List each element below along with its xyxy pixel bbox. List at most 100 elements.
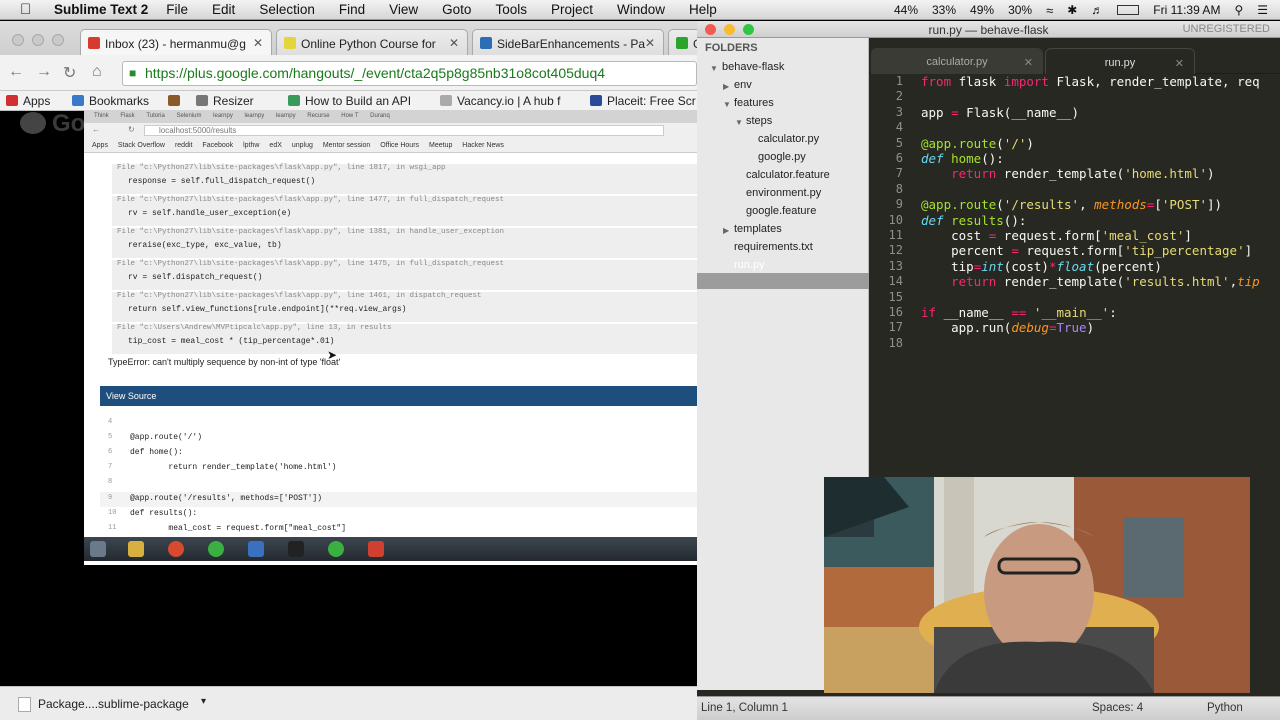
syntax-setting[interactable]: Python (1207, 702, 1243, 714)
tree-folder-features[interactable]: features (734, 97, 774, 109)
apple-icon[interactable]:  (20, 1, 44, 18)
bookmark-api[interactable]: How to Build an API (288, 94, 411, 108)
battery-icon[interactable] (1117, 5, 1140, 15)
collapsed-arrow-icon[interactable]: ▶ (723, 226, 729, 235)
traceback-file[interactable]: File "c:\Python27\lib\site-packages\flas… (117, 292, 482, 300)
webcam-video (824, 477, 1250, 693)
chrome-icon (168, 541, 184, 557)
tree-file-google-feature[interactable]: google.feature (746, 205, 816, 217)
menu-window[interactable]: Window (617, 2, 665, 17)
code-line: return render_template('results.html',ti… (951, 274, 1260, 290)
address-bar[interactable]: ■ https://plus.google.com/hangouts/_/eve… (122, 61, 697, 86)
menu-help[interactable]: Help (689, 2, 717, 17)
error-message: TypeError: can't multiply sequence by no… (108, 357, 341, 367)
tab-gmail[interactable]: Inbox (23) - hermanmu@g ✕ (80, 29, 272, 55)
back-icon[interactable]: ← (8, 63, 24, 81)
close-icon[interactable]: ✕ (253, 36, 263, 50)
hangout-icon (676, 37, 688, 49)
menu-find[interactable]: Find (339, 2, 365, 17)
app-name-menu[interactable]: Sublime Text 2 (54, 2, 148, 17)
shared-bookmark: edX (269, 142, 282, 149)
folder-icon (168, 95, 180, 106)
tree-folder-steps[interactable]: steps (746, 115, 772, 127)
bluetooth-icon[interactable]: ✱ (1067, 3, 1077, 17)
close-icon[interactable]: ✕ (1175, 57, 1184, 70)
zoom-window-button[interactable] (52, 34, 64, 46)
tree-file-calculator-py[interactable]: calculator.py (758, 133, 819, 145)
tree-file-calculator-feature[interactable]: calculator.feature (746, 169, 830, 181)
list-icon[interactable]: ☰ (1257, 3, 1268, 17)
tab-run-py[interactable]: run.py ✕ (1045, 48, 1195, 74)
tree-file-run-py[interactable]: run.py (734, 259, 765, 271)
tree-folder-env[interactable]: env (734, 79, 752, 91)
menu-tools[interactable]: Tools (495, 2, 527, 17)
tree-folder-templates[interactable]: templates (734, 223, 782, 235)
tree-folder-behave-flask[interactable]: behave-flask (722, 61, 784, 73)
shared-bookmark: Apps (92, 142, 108, 149)
clock[interactable]: Fri 11:39 AM (1153, 3, 1220, 17)
shared-tab: Recurse (307, 113, 330, 119)
menu-file[interactable]: File (166, 2, 188, 17)
bookmark-label: Bookmarks (89, 94, 150, 108)
chevron-down-icon[interactable]: ▾ (201, 696, 206, 707)
close-icon[interactable]: ✕ (645, 36, 655, 50)
tab-hangout[interactable]: G (668, 29, 697, 55)
line-number: 7 (895, 166, 903, 181)
line-number: 18 (888, 335, 903, 350)
tree-file-google-py[interactable]: google.py (758, 151, 806, 163)
source-line-number: 7 (108, 463, 113, 471)
bookmark-resizer[interactable]: Resizer (196, 94, 254, 108)
tree-file-requirements[interactable]: requirements.txt (734, 241, 813, 253)
close-icon[interactable]: ✕ (449, 36, 459, 50)
shared-bookmark: Hacker News (462, 142, 504, 149)
shared-bookmark: reddit (174, 142, 193, 149)
download-item[interactable]: Package....sublime-package ▾ (14, 695, 210, 714)
bookmark-bookmarks[interactable]: Bookmarks (72, 94, 149, 108)
bookmark-apps[interactable]: Apps (6, 94, 50, 108)
status-cpu-4[interactable]: 30% (1008, 3, 1032, 17)
traceback-file[interactable]: File "c:\Python27\lib\site-packages\flas… (117, 228, 504, 236)
tab-sidebar-enhancements[interactable]: SideBarEnhancements - Pa ✕ (472, 29, 664, 55)
source-line-number: 10 (108, 509, 117, 517)
shared-tab: learnpy (213, 113, 233, 119)
bookmark-vacancy[interactable]: Vacancy.io | A hub f (440, 94, 560, 108)
tree-file-environment-py[interactable]: environment.py (746, 187, 821, 199)
expanded-arrow-icon[interactable]: ▼ (723, 100, 731, 109)
status-cpu-1[interactable]: 44% (894, 3, 918, 17)
bookmark-placeit[interactable]: Placeit: Free Scr (590, 94, 696, 108)
wifi-icon[interactable]: ≈ (1046, 3, 1053, 18)
search-icon[interactable]: ⚲ (1234, 3, 1243, 17)
expanded-arrow-icon[interactable]: ▼ (735, 118, 743, 127)
status-cpu-3[interactable]: 49% (970, 3, 994, 17)
view-source-bar[interactable]: View Source (100, 386, 697, 406)
volume-icon[interactable]: ♬ (1091, 3, 1103, 17)
shared-bookmark: Office Hours (380, 142, 420, 149)
tab-calculator-py[interactable]: calculator.py ✕ (871, 48, 1043, 74)
menu-selection[interactable]: Selection (259, 2, 315, 17)
status-cpu-2[interactable]: 33% (932, 3, 956, 17)
home-icon[interactable]: ⌂ (92, 63, 102, 81)
tab-python-course[interactable]: Online Python Course for ✕ (276, 29, 468, 55)
indentation-setting[interactable]: Spaces: 4 (1092, 702, 1143, 714)
menu-project[interactable]: Project (551, 2, 593, 17)
menu-view[interactable]: View (389, 2, 418, 17)
bookmark-folder[interactable] (168, 94, 185, 108)
traceback-file[interactable]: File "c:\Python27\lib\site-packages\flas… (117, 260, 504, 268)
expanded-arrow-icon[interactable]: ▼ (710, 64, 718, 73)
minimize-window-button[interactable] (32, 34, 44, 46)
forward-icon[interactable]: → (36, 63, 52, 81)
menu-edit[interactable]: Edit (212, 2, 235, 17)
reload-icon[interactable]: ↻ (63, 63, 76, 83)
traceback-file[interactable]: File "c:\Python27\lib\site-packages\flas… (117, 164, 446, 172)
traceback-file[interactable]: File "c:\Python27\lib\site-packages\flas… (117, 196, 504, 204)
bookmarks-bar: Apps Bookmarks Resizer How to Build an A… (0, 91, 697, 111)
page-icon (590, 95, 602, 106)
source-line: return render_template('home.html') (130, 463, 337, 472)
menu-goto[interactable]: Goto (442, 2, 471, 17)
traceback-file[interactable]: File "c:\Users\Andrew\MVPtipcalc\app.py"… (117, 324, 392, 332)
close-icon[interactable]: ✕ (1024, 56, 1033, 69)
line-number: 12 (888, 243, 903, 258)
close-window-button[interactable] (12, 34, 24, 46)
mouse-cursor-icon: ➤ (327, 348, 338, 362)
collapsed-arrow-icon[interactable]: ▶ (723, 82, 729, 91)
